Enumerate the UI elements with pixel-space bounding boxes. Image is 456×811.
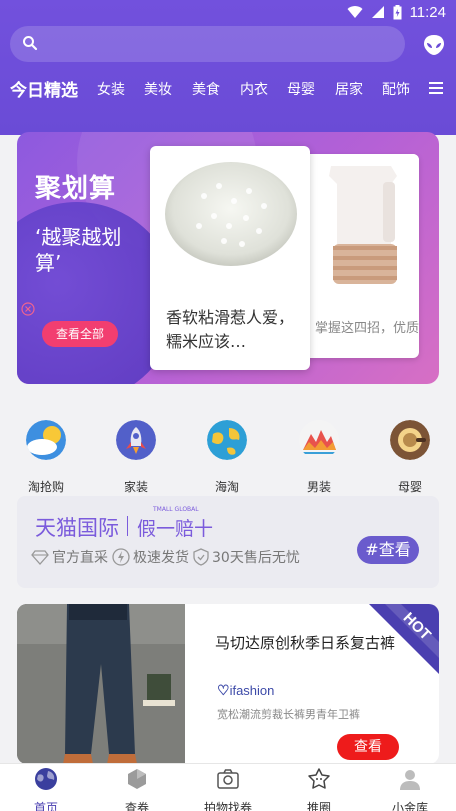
tab-baby[interactable]: 母婴 xyxy=(287,79,315,99)
bottom-nav: 首页 查券 拍物找券 推圈 小金库 xyxy=(0,763,456,811)
tab-beauty[interactable]: 美妆 xyxy=(144,79,172,99)
cloud-sun-icon xyxy=(26,420,66,460)
battery-icon xyxy=(393,4,402,19)
banner-slogan: ‘越聚越划算’ xyxy=(35,225,122,275)
juhuasuan-logo: 聚划算 xyxy=(35,174,117,204)
search-row xyxy=(10,26,446,62)
product-image xyxy=(17,604,185,764)
blender-card-text: 掌握这四招，优质破壁机随你选 xyxy=(315,321,419,336)
quick-link-flash-sale[interactable]: 淘抢购 xyxy=(14,420,78,495)
quick-link-label: 家装 xyxy=(123,480,148,494)
view-product-button[interactable]: 查看 xyxy=(337,734,399,760)
product-card[interactable]: HOT 马切达原创秋季日系复古裤 ♡ifashion 宽松潮流剪裁长裤男青年卫裤… xyxy=(17,604,439,764)
search-icon xyxy=(23,36,38,51)
feature-label: 官方直采 xyxy=(52,550,108,566)
search-input[interactable] xyxy=(10,26,405,62)
tmall-global-subtitle: 假一赔十 xyxy=(137,518,214,540)
quick-link-label: 男装 xyxy=(306,480,331,494)
rocket-icon xyxy=(116,420,156,460)
quick-link-overseas[interactable]: 海淘 xyxy=(195,420,259,495)
globe-icon xyxy=(207,420,247,460)
tab-accessories[interactable]: 配饰 xyxy=(382,79,410,99)
tab-home[interactable]: 居家 xyxy=(335,79,363,99)
feature-after-sales: 30天售后无忧 xyxy=(193,547,300,567)
quick-link-label: 母婴 xyxy=(397,480,422,494)
alien-icon[interactable] xyxy=(422,33,446,57)
quick-link-baby[interactable]: 母婴 xyxy=(378,420,442,495)
status-time: 11:24 xyxy=(409,3,446,21)
close-circle-icon[interactable] xyxy=(21,302,35,316)
feature-label: 极速发货 xyxy=(133,550,189,566)
quick-link-label: 海淘 xyxy=(214,480,239,494)
nav-label: 首页 xyxy=(33,801,58,811)
quick-links: 淘抢购 家装 海淘 男装 母婴 xyxy=(0,420,456,495)
status-bar: 11:24 xyxy=(0,0,456,24)
product-title: 马切达原创秋季日系复古裤 xyxy=(215,634,396,652)
blender-image xyxy=(299,154,419,304)
coupon-icon xyxy=(128,769,146,789)
juhuasuan-banner[interactable]: 聚划算 ‘越聚越划算’ 查看全部 掌握这四招，优质破壁机随你选 xyxy=(17,132,439,384)
rice-card-text: 香软粘滑惹人爱，糯米应该… xyxy=(166,308,295,351)
product-description: 宽松潮流剪裁长裤男青年卫裤 xyxy=(217,708,360,721)
tab-food[interactable]: 美食 xyxy=(192,79,220,99)
wifi-icon xyxy=(347,6,363,19)
diamond-icon xyxy=(31,550,49,565)
blender-card[interactable]: 掌握这四招，优质破壁机随你选 xyxy=(299,154,419,358)
brand-name: ifashion xyxy=(229,683,275,698)
quick-link-men[interactable]: 男装 xyxy=(287,420,351,495)
shield-icon xyxy=(193,548,209,566)
feature-official: 官方直采 xyxy=(31,547,108,567)
rice-card[interactable]: 香软粘滑惹人爱，糯米应该… xyxy=(150,146,310,370)
tmall-view-button[interactable]: #查看 xyxy=(357,536,419,564)
mountains-icon xyxy=(299,420,339,460)
tab-today-picks[interactable]: 今日精选 xyxy=(10,76,78,101)
nav-label: 推圈 xyxy=(306,801,331,811)
signal-icon xyxy=(371,6,384,18)
nav-coupons[interactable]: 查券 xyxy=(97,764,177,811)
tmall-features: 官方直采 极速发货 30天售后无忧 xyxy=(31,547,300,567)
nav-label: 查券 xyxy=(124,801,149,811)
tab-underwear[interactable]: 内衣 xyxy=(240,79,268,99)
nav-moments[interactable]: 推圈 xyxy=(279,764,359,811)
category-tabs: 今日精选 女装 美妆 美食 内衣 母婴 居家 配饰 xyxy=(0,72,456,106)
pot-icon xyxy=(390,420,430,460)
feature-label: 30天售后无忧 xyxy=(212,550,300,566)
divider xyxy=(127,516,128,536)
rice-image xyxy=(165,162,297,266)
quick-link-label: 淘抢购 xyxy=(27,480,64,494)
tmall-global-tag: TMALL GLOBAL xyxy=(153,506,199,513)
nav-label: 小金库 xyxy=(391,801,428,811)
star-face-icon xyxy=(308,768,330,789)
camera-icon xyxy=(217,769,239,789)
feature-fast-shipping: 极速发货 xyxy=(112,547,189,567)
nav-vault[interactable]: 小金库 xyxy=(370,764,450,811)
brand-logo: ♡ifashion xyxy=(217,682,275,698)
lightning-icon xyxy=(112,548,130,566)
user-icon xyxy=(400,770,420,790)
see-all-button[interactable]: 查看全部 xyxy=(42,321,118,347)
globe-icon xyxy=(35,768,57,790)
nav-home[interactable]: 首页 xyxy=(6,764,86,811)
quick-link-home-decor[interactable]: 家装 xyxy=(104,420,168,495)
menu-icon[interactable] xyxy=(428,80,444,96)
tab-women[interactable]: 女装 xyxy=(97,79,125,99)
nav-label: 拍物找券 xyxy=(203,801,252,811)
tmall-global-card[interactable]: 天猫国际 TMALL GLOBAL 假一赔十 官方直采 极速发货 30天售后无忧 xyxy=(17,496,439,588)
tmall-global-title: 天猫国际 xyxy=(35,516,119,540)
nav-photo-search[interactable]: 拍物找券 xyxy=(188,764,268,811)
